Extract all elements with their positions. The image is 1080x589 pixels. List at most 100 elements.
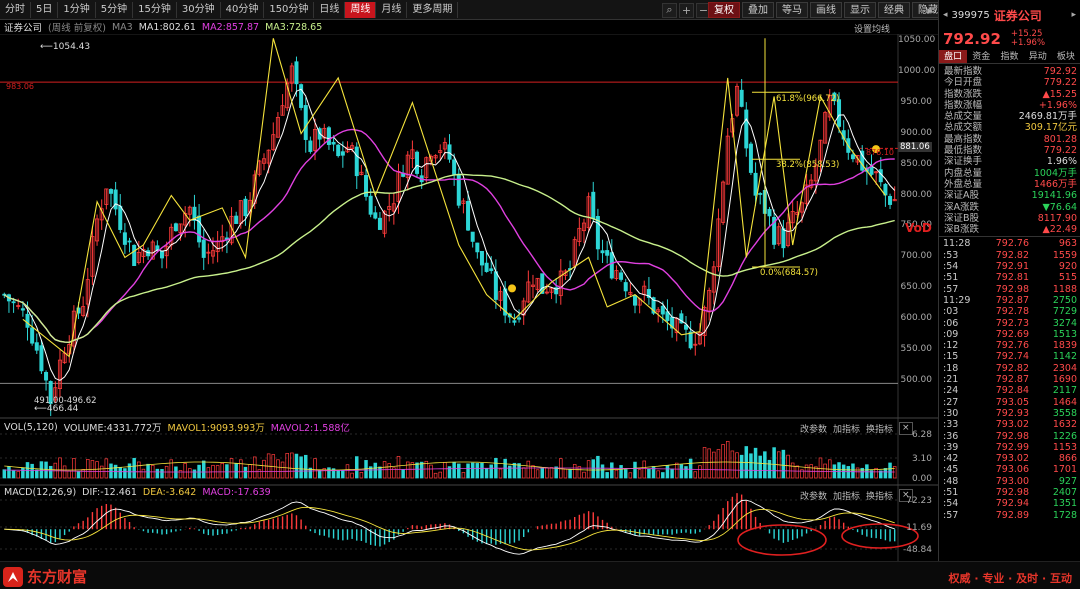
quote-label: 内盘总量 (944, 167, 983, 179)
timeframe-tab[interactable]: 40分钟 (221, 1, 265, 18)
volume-bar (174, 466, 178, 479)
volume-bar (355, 456, 359, 479)
volume-bar (466, 463, 470, 479)
volume-bar (433, 472, 438, 479)
price-axis-label: 550.00 (900, 344, 933, 355)
volume-bar (656, 470, 660, 479)
ma1-line (4, 88, 896, 381)
tick-row: :51 792.81 515 (939, 272, 1080, 283)
volume-bar (373, 462, 378, 479)
toolbar-button[interactable]: 画线 (810, 2, 842, 18)
volume-bar (610, 462, 614, 479)
candle-body (619, 272, 624, 280)
volume-bar (378, 466, 382, 479)
candle-body (159, 250, 164, 259)
candle-body (303, 105, 308, 140)
quote-tab[interactable]: 板块 (1052, 50, 1080, 63)
quote-tab[interactable]: 盘口 (939, 50, 968, 63)
dif-value: DIF:-12.461 (82, 487, 137, 498)
search-icon[interactable]: ⌕ (662, 2, 677, 18)
volume-bar (239, 459, 243, 479)
expand-icon[interactable]: ▸ (924, 3, 936, 18)
timeframe-tab[interactable]: 5日 (31, 1, 59, 18)
volume-bar (95, 461, 99, 479)
volume-bar (614, 469, 619, 479)
tick-row: :12 792.76 1839 (939, 340, 1080, 351)
timeframe-tab[interactable]: 15分钟 (133, 1, 177, 18)
panel-button[interactable]: 换指标 (866, 422, 893, 435)
candle-body (354, 146, 359, 177)
toolbar-button[interactable]: 等马 (776, 2, 808, 18)
tick-row: :45 793.06 1701 (939, 464, 1080, 475)
panel-button[interactable]: 改参数 (800, 422, 827, 435)
price-axis-label: 500.00 (900, 375, 933, 386)
tick-row: :57 792.89 1728 (939, 510, 1080, 521)
quote-label: 最新指数 (944, 66, 983, 77)
panel-button[interactable]: 加指标 (833, 489, 860, 502)
volume-bar (647, 468, 651, 479)
timeframe-tab[interactable]: 1分钟 (58, 1, 96, 18)
volume-bar (225, 464, 229, 479)
macd-axis-label: 11.69 (906, 523, 932, 533)
volume-bar (109, 463, 113, 479)
zoom-in-icon[interactable]: + (679, 2, 694, 18)
tick-time: :12 (943, 340, 959, 352)
volume-bar (419, 461, 424, 479)
timeframe-tab[interactable]: 月线 (376, 1, 408, 18)
toolbar-right-buttons: 复权 叠加 等马 画线 显示 经典 隐藏 (708, 2, 944, 18)
panel-button[interactable]: 加指标 (833, 422, 860, 435)
smile-marker-icon[interactable] (508, 284, 516, 293)
tick-price: 792.78 (995, 306, 1029, 318)
quote-value: ▼76.64 (1042, 201, 1077, 213)
tick-volume: 1513 (1052, 328, 1077, 340)
volume-bar (767, 459, 772, 479)
volume-bar (336, 470, 340, 479)
quote-tab[interactable]: 指数 (995, 50, 1023, 63)
security-title: 证券公司 (993, 8, 1042, 23)
volume-bar (341, 469, 345, 479)
macd-value: MACD:-17.639 (202, 487, 271, 498)
toolbar-button[interactable]: 显示 (844, 2, 876, 18)
candle-body (118, 205, 123, 230)
timeframe-tab[interactable]: 日线 (314, 1, 346, 18)
quote-row: 深证A股 19141.96 (939, 190, 1080, 201)
quote-tab[interactable]: 异动 (1024, 50, 1052, 63)
timeframe-tab[interactable]: 更多周期 (407, 1, 459, 18)
tick-volume: 963 (1058, 238, 1077, 250)
timeframe-tab[interactable]: 30分钟 (177, 1, 221, 18)
volume-bar (132, 457, 136, 479)
panel-button[interactable]: 改参数 (800, 489, 827, 502)
candle-body (452, 159, 457, 175)
timeframe-tab[interactable]: 5分钟 (96, 1, 134, 18)
main-indicator-bar: 证券公司 (周线 前复权) MA3 MA1:802.61 MA2:857.87 … (0, 20, 938, 35)
quote-row: 今日开盘 779.22 (939, 77, 1080, 88)
volume-bars-group (2, 441, 897, 479)
quote-tab[interactable]: 资金 (967, 50, 995, 63)
candle-body (600, 250, 605, 254)
toolbar-button[interactable]: 经典 (878, 2, 910, 18)
tick-volume: 1728 (1052, 509, 1077, 521)
panel-arrow-icon[interactable]: ◂ (943, 10, 948, 20)
tick-volume: 1142 (1052, 351, 1077, 363)
panel-button[interactable]: 换指标 (866, 489, 893, 502)
quote-tabs: 盘口 资金 指数 异动 板块 (939, 50, 1080, 64)
tick-price: 792.82 (995, 362, 1029, 374)
brand-logo-icon (3, 566, 23, 587)
tick-time: :48 (943, 475, 959, 487)
candles-group (2, 56, 897, 417)
volume-bar (721, 444, 725, 479)
quote-list: 最新指数 792.92 今日开盘 779.22 指数涨跌 ▲15.25 指数涨幅 +1.96%… (939, 66, 1080, 235)
volume-bar (475, 463, 480, 479)
volume-bar (517, 463, 521, 479)
panel-expand-icon[interactable]: ▸ (1071, 10, 1076, 20)
kline-chart[interactable] (0, 34, 938, 562)
candle-body (869, 166, 874, 175)
timeframe-tab[interactable]: 周线 (345, 1, 377, 18)
candle-body (517, 317, 522, 320)
toolbar-button[interactable]: 复权 (708, 2, 740, 18)
toolbar-button[interactable]: 叠加 (742, 2, 774, 18)
price-axis-label: 700.00 (900, 251, 933, 262)
timeframe-tab[interactable]: 150分钟 (264, 1, 315, 18)
timeframe-tab[interactable]: 分时 (0, 1, 31, 18)
volume-bar (619, 465, 623, 479)
